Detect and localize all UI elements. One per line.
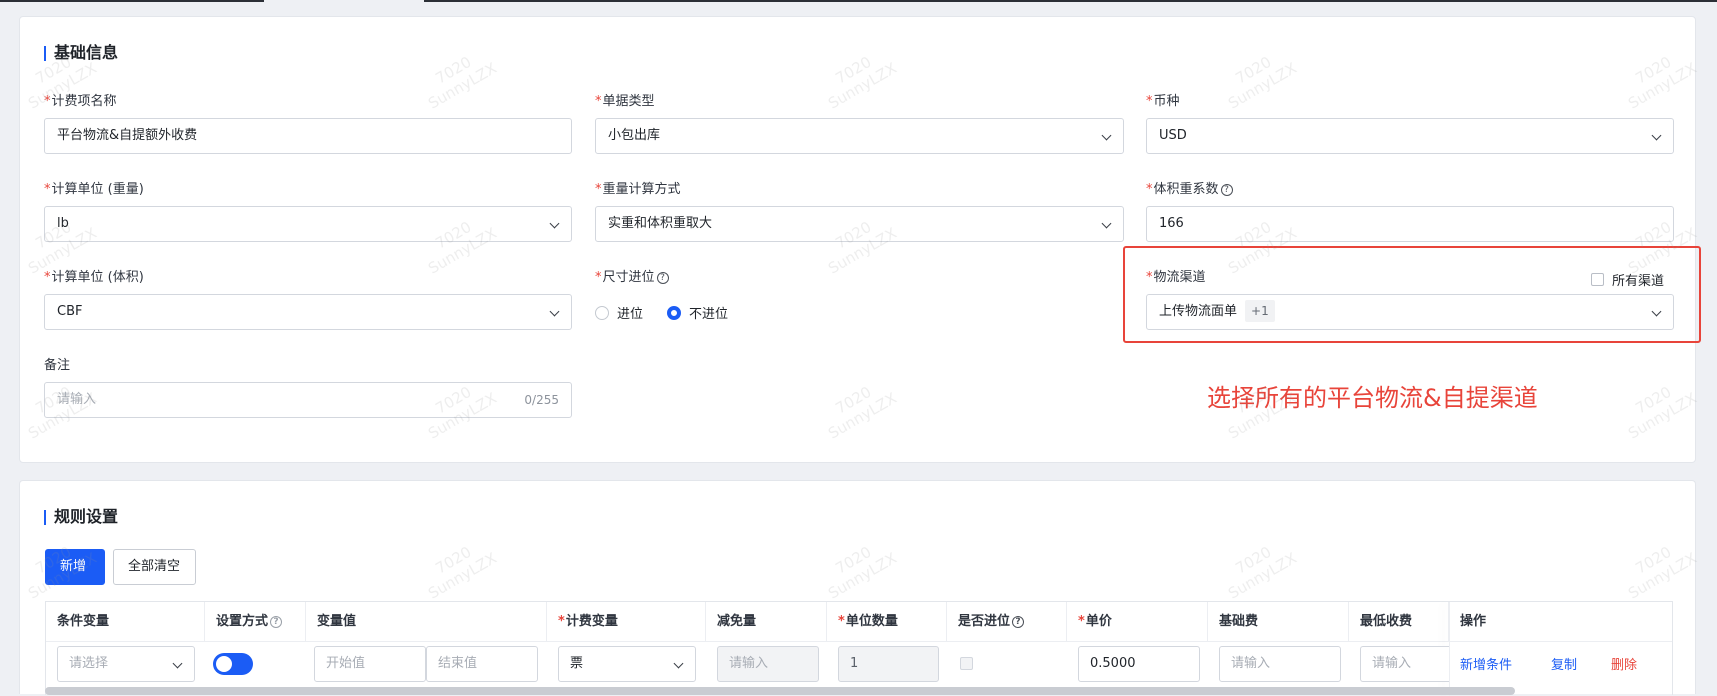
th-min-fee: 最低收费 — [1349, 602, 1449, 641]
th-unit-price: *单价 — [1067, 602, 1208, 641]
fee-name-input[interactable]: 平台物流&自提额外收费 — [44, 118, 572, 154]
radio-no-round[interactable] — [667, 305, 682, 320]
chevron-down-icon — [549, 306, 560, 317]
currency-select[interactable]: USD — [1146, 118, 1674, 154]
volume-unit-label: *计算单位 (体积) — [44, 270, 144, 285]
th-set-mode: 设置方式? — [205, 602, 306, 641]
radio-round[interactable] — [595, 305, 609, 320]
rules-card: 规则设置 新增 全部清空 条件变量 设置方式? 变量值 *计费变量 减免量 *单… — [19, 480, 1696, 696]
th-var-value: 变量值 — [306, 602, 547, 641]
end-value-input[interactable]: 结束值 — [426, 646, 538, 682]
char-counter: 0/255 — [524, 393, 559, 407]
add-button[interactable]: 新增 — [45, 549, 105, 585]
volume-factor-input[interactable]: 166 — [1146, 206, 1674, 242]
doc-type-label: *单据类型 — [595, 94, 655, 109]
unit-price-input[interactable]: 0.5000 — [1078, 646, 1200, 682]
question-icon[interactable]: ? — [1220, 184, 1233, 196]
copy-link[interactable]: 复制 — [1551, 654, 1577, 673]
fee-name-label: *计费项名称 — [44, 94, 117, 109]
weight-method-label: *重量计算方式 — [595, 182, 681, 197]
question-icon[interactable]: ? — [656, 272, 669, 284]
chevron-down-icon — [673, 658, 684, 669]
start-value-input[interactable]: 开始值 — [314, 646, 426, 682]
radio-no-round-label: 不进位 — [689, 307, 729, 322]
size-round-label: *尺寸进位? — [595, 269, 669, 287]
rules-table: 条件变量 设置方式? 变量值 *计费变量 减免量 *单位数量 是否进位? *单价… — [45, 601, 1673, 696]
weight-method-select[interactable]: 实重和体积重取大 — [595, 206, 1124, 242]
unit-qty-input[interactable]: 1 — [838, 646, 939, 682]
add-condition-link[interactable]: 新增条件 — [1460, 654, 1512, 673]
rules-title: 规则设置 — [44, 507, 118, 527]
fee-var-select[interactable]: 票 — [558, 646, 696, 682]
weight-unit-label: *计算单位 (重量) — [44, 182, 144, 197]
volume-unit-select[interactable]: CBF — [44, 294, 572, 330]
min-fee-input[interactable]: 请输入 — [1360, 646, 1449, 682]
currency-label: *币种 — [1146, 94, 1180, 109]
th-cond-var: 条件变量 — [46, 602, 205, 641]
active-tab-indicator — [264, 0, 424, 2]
th-unit-qty: *单位数量 — [827, 602, 947, 641]
chevron-down-icon — [172, 658, 183, 669]
top-tab-strip — [0, 0, 1717, 2]
th-rounding: 是否进位? — [947, 602, 1067, 641]
th-exempt: 减免量 — [706, 602, 827, 641]
volume-factor-label: *体积重系数? — [1146, 181, 1233, 199]
remark-label: 备注 — [44, 358, 71, 373]
header-divider — [46, 641, 1672, 642]
chevron-down-icon — [1101, 218, 1112, 229]
chevron-down-icon — [1651, 130, 1662, 141]
th-fee-var: *计费变量 — [547, 602, 706, 641]
annotation-text: 选择所有的平台物流&自提渠道 — [1207, 384, 1538, 412]
question-icon[interactable]: ? — [1012, 616, 1025, 628]
chevron-down-icon — [1101, 130, 1112, 141]
rounding-checkbox[interactable] — [960, 657, 973, 670]
set-mode-toggle[interactable] — [213, 653, 253, 675]
basic-info-title: 基础信息 — [44, 43, 118, 63]
exempt-input[interactable]: 请输入 — [717, 646, 819, 682]
th-ops: 操作 — [1460, 614, 1487, 629]
th-base-fee: 基础费 — [1208, 602, 1349, 641]
cond-var-select[interactable]: 请选择 — [57, 646, 195, 682]
chevron-down-icon — [549, 218, 560, 229]
annotation-highlight-box — [1123, 246, 1701, 343]
base-fee-input[interactable]: 请输入 — [1219, 646, 1341, 682]
delete-link[interactable]: 删除 — [1611, 654, 1637, 673]
size-round-radio-group: 进位 不进位 — [595, 303, 728, 322]
fixed-column-shadow — [1449, 602, 1450, 696]
remark-input[interactable]: 请输入 0/255 — [44, 382, 572, 418]
weight-unit-select[interactable]: lb — [44, 206, 572, 242]
clear-all-button[interactable]: 全部清空 — [113, 549, 196, 585]
question-icon[interactable]: ? — [270, 616, 283, 628]
doc-type-select[interactable]: 小包出库 — [595, 118, 1124, 154]
radio-round-label: 进位 — [617, 307, 644, 322]
